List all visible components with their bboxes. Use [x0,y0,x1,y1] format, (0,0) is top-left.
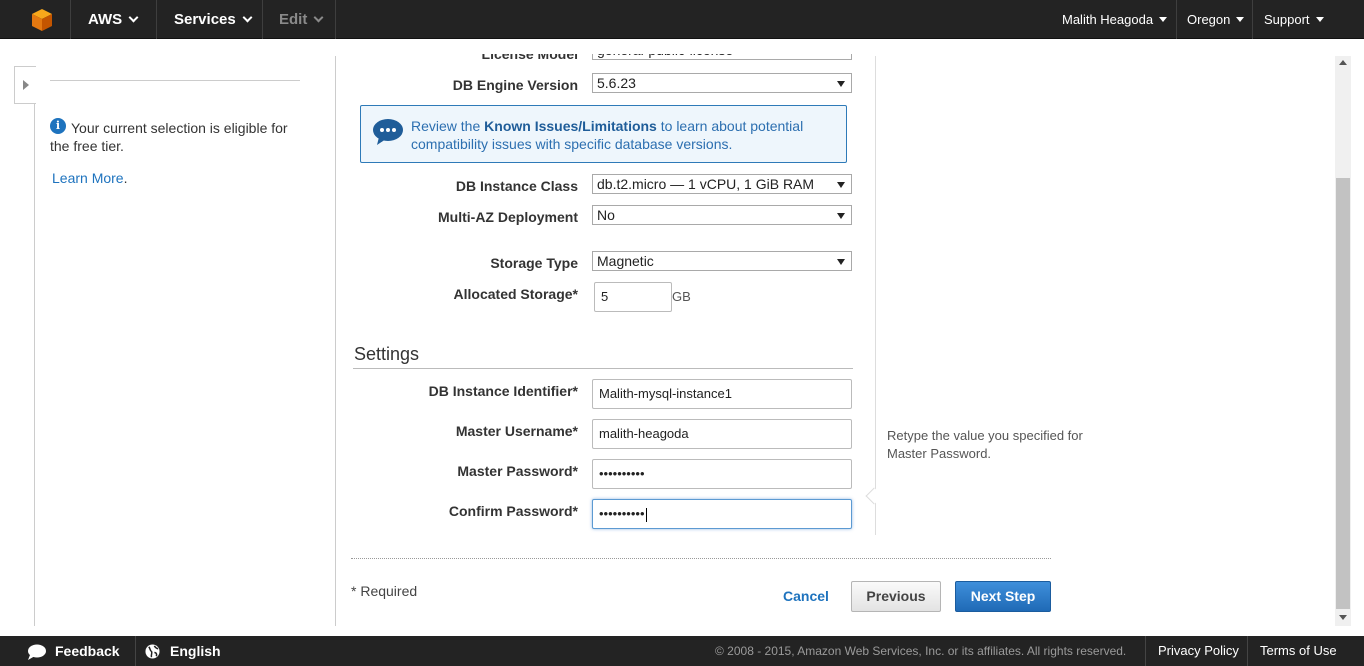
learn-more-link[interactable]: Learn More. [52,170,127,186]
edit-menu[interactable]: Edit [279,11,324,28]
scroll-down-arrow-icon[interactable] [1339,615,1347,620]
username-input[interactable]: malith-heagoda [592,419,852,449]
aws-logo-icon[interactable] [30,8,54,32]
nav-divider [262,0,263,39]
storage-type-label: Storage Type [490,255,578,271]
nav-divider [1176,0,1177,39]
services-menu[interactable]: Services [174,11,253,28]
chevron-down-icon [313,12,324,23]
sidebar-toggle[interactable] [14,66,36,104]
instance-class-label: DB Instance Class [455,178,578,194]
confirm-password-value: •••••••••• [599,506,645,521]
chevron-down-icon [242,12,253,23]
footer-divider [1145,636,1146,666]
engine-version-label: DB Engine Version [452,77,578,93]
nav-divider [156,0,157,39]
engine-version-value: 5.6.23 [597,75,636,91]
storage-type-select[interactable]: Magnetic [592,251,852,271]
confirm-password-help: Retype the value you specified for Maste… [887,428,1083,461]
nav-divider [1252,0,1253,39]
left-panel-border [34,104,35,626]
terms-of-use-link[interactable]: Terms of Use [1260,643,1337,658]
password-input[interactable]: •••••••••• [592,459,852,489]
feedback-link[interactable] [27,644,47,660]
nav-divider [70,0,71,39]
multi-az-value: No [597,207,615,223]
learn-more-period: . [123,170,128,186]
license-model-mask [336,39,875,54]
aws-menu-label: AWS [88,11,123,28]
nav-divider [335,0,336,39]
allocated-storage-unit: GB [672,289,691,304]
footer-divider [1247,636,1248,666]
region-menu[interactable]: Oregon [1187,12,1245,27]
scrollbar-thumb[interactable] [1336,178,1350,609]
engine-version-select[interactable]: 5.6.23 [592,73,852,93]
aws-menu[interactable]: AWS [88,11,139,28]
username-value: malith-heagoda [599,426,689,441]
known-issues-link[interactable]: Known Issues/Limitations [484,118,657,134]
feedback-label[interactable]: Feedback [55,643,120,659]
password-value: •••••••••• [599,466,645,481]
globe-icon[interactable] [145,644,160,659]
identifier-value: Malith-mysql-instance1 [599,386,732,401]
support-menu[interactable]: Support [1264,12,1324,27]
previous-button[interactable]: Previous [851,581,941,612]
services-menu-label: Services [174,11,236,28]
footer-bar: Feedback English © 2008 - 2015, Amazon W… [0,636,1364,666]
identifier-input[interactable]: Malith-mysql-instance1 [592,379,852,409]
copyright-text: © 2008 - 2015, Amazon Web Services, Inc.… [715,644,1127,658]
chat-bubble-icon [373,119,403,145]
actions-divider [351,558,1051,559]
notice-text: Review the Known Issues/Limitations to l… [411,117,841,153]
instance-class-select[interactable]: db.t2.micro — 1 vCPU, 1 GiB RAM [592,174,852,194]
settings-section-title: Settings [354,344,420,364]
dropdown-arrow-icon [837,213,845,219]
privacy-policy-link[interactable]: Privacy Policy [1158,643,1239,658]
confirm-password-label: Confirm Password* [448,503,578,519]
identifier-label: DB Instance Identifier* [428,383,578,399]
instance-class-value: db.t2.micro — 1 vCPU, 1 GiB RAM [597,176,815,192]
storage-type-value: Magnetic [597,253,654,269]
caret-down-icon [1159,17,1168,23]
user-menu[interactable]: Malith Heagoda [1062,12,1168,27]
chevron-down-icon [128,12,139,23]
dropdown-arrow-icon [837,81,845,87]
caret-down-icon [1315,17,1324,23]
allocated-storage-label: Allocated Storage* [453,286,578,302]
next-step-button[interactable]: Next Step [955,581,1051,612]
top-navigation-bar: AWS Services Edit Malith Heagoda Oregon … [0,0,1364,39]
dropdown-arrow-icon [837,259,845,265]
cancel-button[interactable]: Cancel [783,588,829,604]
multi-az-select[interactable]: No [592,205,852,225]
speech-bubble-icon [28,644,46,660]
help-pointer [865,487,883,505]
notice-prefix: Review the [411,118,485,134]
allocated-storage-value: 5 [601,289,609,304]
caret-down-icon [1236,17,1245,23]
known-issues-notice: Review the Known Issues/Limitations to l… [360,105,847,163]
help-column-border [875,56,876,535]
username-label: Master Username* [455,423,578,439]
sidebar-divider [50,80,300,81]
confirm-password-input[interactable]: •••••••••• [592,499,852,529]
edit-menu-label: Edit [279,11,308,28]
dropdown-arrow-icon [837,182,845,188]
settings-divider [353,368,853,369]
user-menu-label: Malith Heagoda [1062,12,1154,27]
multi-az-label: Multi-AZ Deployment [438,209,578,225]
text-cursor [645,507,647,522]
content-left-border [335,56,336,626]
support-menu-label: Support [1264,12,1310,27]
learn-more-label: Learn More [52,170,124,186]
password-label: Master Password* [457,463,578,479]
required-note: * Required [351,583,418,599]
scroll-up-arrow-icon[interactable] [1339,60,1347,65]
expand-arrow-icon [23,80,29,90]
allocated-storage-input[interactable]: 5 [594,282,672,312]
free-tier-message: Your current selection is eligible for t… [50,120,288,154]
region-menu-label: Oregon [1187,12,1231,27]
footer-divider [135,636,136,666]
language-selector[interactable]: English [170,643,221,659]
